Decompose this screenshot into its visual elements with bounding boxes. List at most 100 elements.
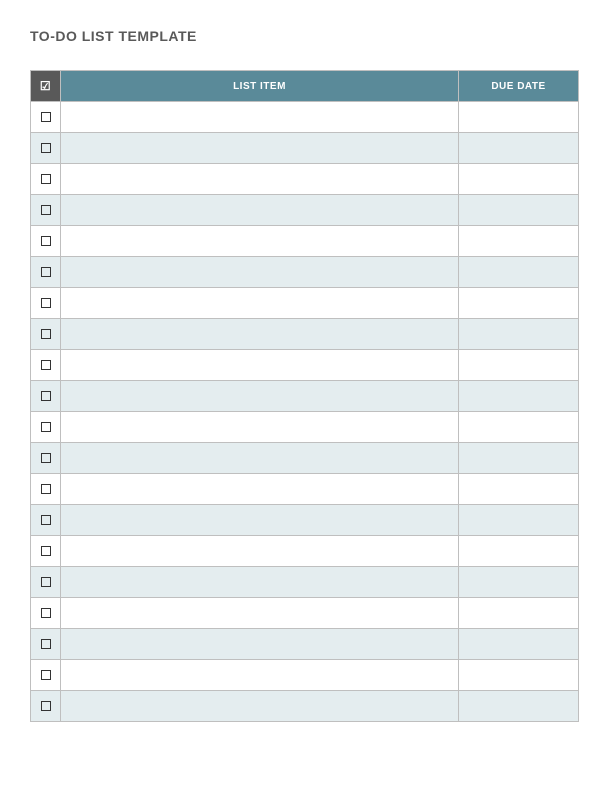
checkbox-cell[interactable] <box>31 102 61 133</box>
checkbox-icon <box>41 298 51 308</box>
table-row <box>31 257 579 288</box>
list-item-cell[interactable] <box>61 226 459 257</box>
checkbox-cell[interactable] <box>31 567 61 598</box>
table-row <box>31 164 579 195</box>
due-date-cell[interactable] <box>459 443 579 474</box>
checkbox-icon <box>41 143 51 153</box>
list-item-cell[interactable] <box>61 536 459 567</box>
list-item-cell[interactable] <box>61 133 459 164</box>
table-row <box>31 443 579 474</box>
checkbox-cell[interactable] <box>31 443 61 474</box>
checkbox-cell[interactable] <box>31 691 61 722</box>
checkbox-cell[interactable] <box>31 350 61 381</box>
due-date-cell[interactable] <box>459 505 579 536</box>
list-item-cell[interactable] <box>61 598 459 629</box>
checkbox-icon <box>41 546 51 556</box>
due-date-cell[interactable] <box>459 133 579 164</box>
checkbox-cell[interactable] <box>31 319 61 350</box>
due-date-cell[interactable] <box>459 350 579 381</box>
list-item-cell[interactable] <box>61 164 459 195</box>
todo-table: ☑ LIST ITEM DUE DATE <box>30 70 579 722</box>
header-checkbox: ☑ <box>31 71 61 102</box>
header-due-date: DUE DATE <box>459 71 579 102</box>
list-item-cell[interactable] <box>61 350 459 381</box>
checkbox-cell[interactable] <box>31 412 61 443</box>
list-item-cell[interactable] <box>61 381 459 412</box>
checkbox-icon <box>41 453 51 463</box>
checkbox-icon <box>41 174 51 184</box>
checkbox-icon <box>41 360 51 370</box>
table-row <box>31 660 579 691</box>
checkbox-cell[interactable] <box>31 536 61 567</box>
checkbox-icon <box>41 484 51 494</box>
checkbox-cell[interactable] <box>31 381 61 412</box>
list-item-cell[interactable] <box>61 505 459 536</box>
header-list-item: LIST ITEM <box>61 71 459 102</box>
list-item-cell[interactable] <box>61 691 459 722</box>
list-item-cell[interactable] <box>61 443 459 474</box>
checkbox-cell[interactable] <box>31 660 61 691</box>
checkbox-icon <box>41 422 51 432</box>
checkbox-cell[interactable] <box>31 164 61 195</box>
table-row <box>31 536 579 567</box>
due-date-cell[interactable] <box>459 164 579 195</box>
checkbox-icon <box>41 701 51 711</box>
due-date-cell[interactable] <box>459 660 579 691</box>
table-row <box>31 598 579 629</box>
due-date-cell[interactable] <box>459 598 579 629</box>
checkbox-icon <box>41 112 51 122</box>
due-date-cell[interactable] <box>459 257 579 288</box>
table-row <box>31 102 579 133</box>
checkbox-cell[interactable] <box>31 629 61 660</box>
checkbox-icon <box>41 639 51 649</box>
table-row <box>31 505 579 536</box>
checkbox-icon <box>41 329 51 339</box>
list-item-cell[interactable] <box>61 319 459 350</box>
list-item-cell[interactable] <box>61 567 459 598</box>
due-date-cell[interactable] <box>459 102 579 133</box>
table-row <box>31 195 579 226</box>
list-item-cell[interactable] <box>61 288 459 319</box>
checkbox-icon <box>41 670 51 680</box>
due-date-cell[interactable] <box>459 195 579 226</box>
due-date-cell[interactable] <box>459 412 579 443</box>
table-row <box>31 288 579 319</box>
checkbox-cell[interactable] <box>31 598 61 629</box>
checkbox-cell[interactable] <box>31 133 61 164</box>
due-date-cell[interactable] <box>459 288 579 319</box>
list-item-cell[interactable] <box>61 660 459 691</box>
checkbox-cell[interactable] <box>31 226 61 257</box>
checkbox-cell[interactable] <box>31 474 61 505</box>
list-item-cell[interactable] <box>61 629 459 660</box>
list-item-cell[interactable] <box>61 474 459 505</box>
table-row <box>31 474 579 505</box>
table-row <box>31 226 579 257</box>
due-date-cell[interactable] <box>459 567 579 598</box>
table-row <box>31 319 579 350</box>
checkbox-icon <box>41 236 51 246</box>
header-row: ☑ LIST ITEM DUE DATE <box>31 71 579 102</box>
checkbox-icon <box>41 608 51 618</box>
table-row <box>31 691 579 722</box>
checkbox-icon <box>41 577 51 587</box>
checkbox-cell[interactable] <box>31 505 61 536</box>
due-date-cell[interactable] <box>459 629 579 660</box>
due-date-cell[interactable] <box>459 474 579 505</box>
list-item-cell[interactable] <box>61 257 459 288</box>
due-date-cell[interactable] <box>459 536 579 567</box>
checkbox-cell[interactable] <box>31 288 61 319</box>
due-date-cell[interactable] <box>459 691 579 722</box>
list-item-cell[interactable] <box>61 102 459 133</box>
checkbox-icon <box>41 391 51 401</box>
list-item-cell[interactable] <box>61 195 459 226</box>
checkmark-icon: ☑ <box>40 79 51 93</box>
checkbox-cell[interactable] <box>31 257 61 288</box>
table-row <box>31 629 579 660</box>
table-row <box>31 567 579 598</box>
due-date-cell[interactable] <box>459 319 579 350</box>
due-date-cell[interactable] <box>459 381 579 412</box>
checkbox-cell[interactable] <box>31 195 61 226</box>
checkbox-icon <box>41 515 51 525</box>
list-item-cell[interactable] <box>61 412 459 443</box>
due-date-cell[interactable] <box>459 226 579 257</box>
